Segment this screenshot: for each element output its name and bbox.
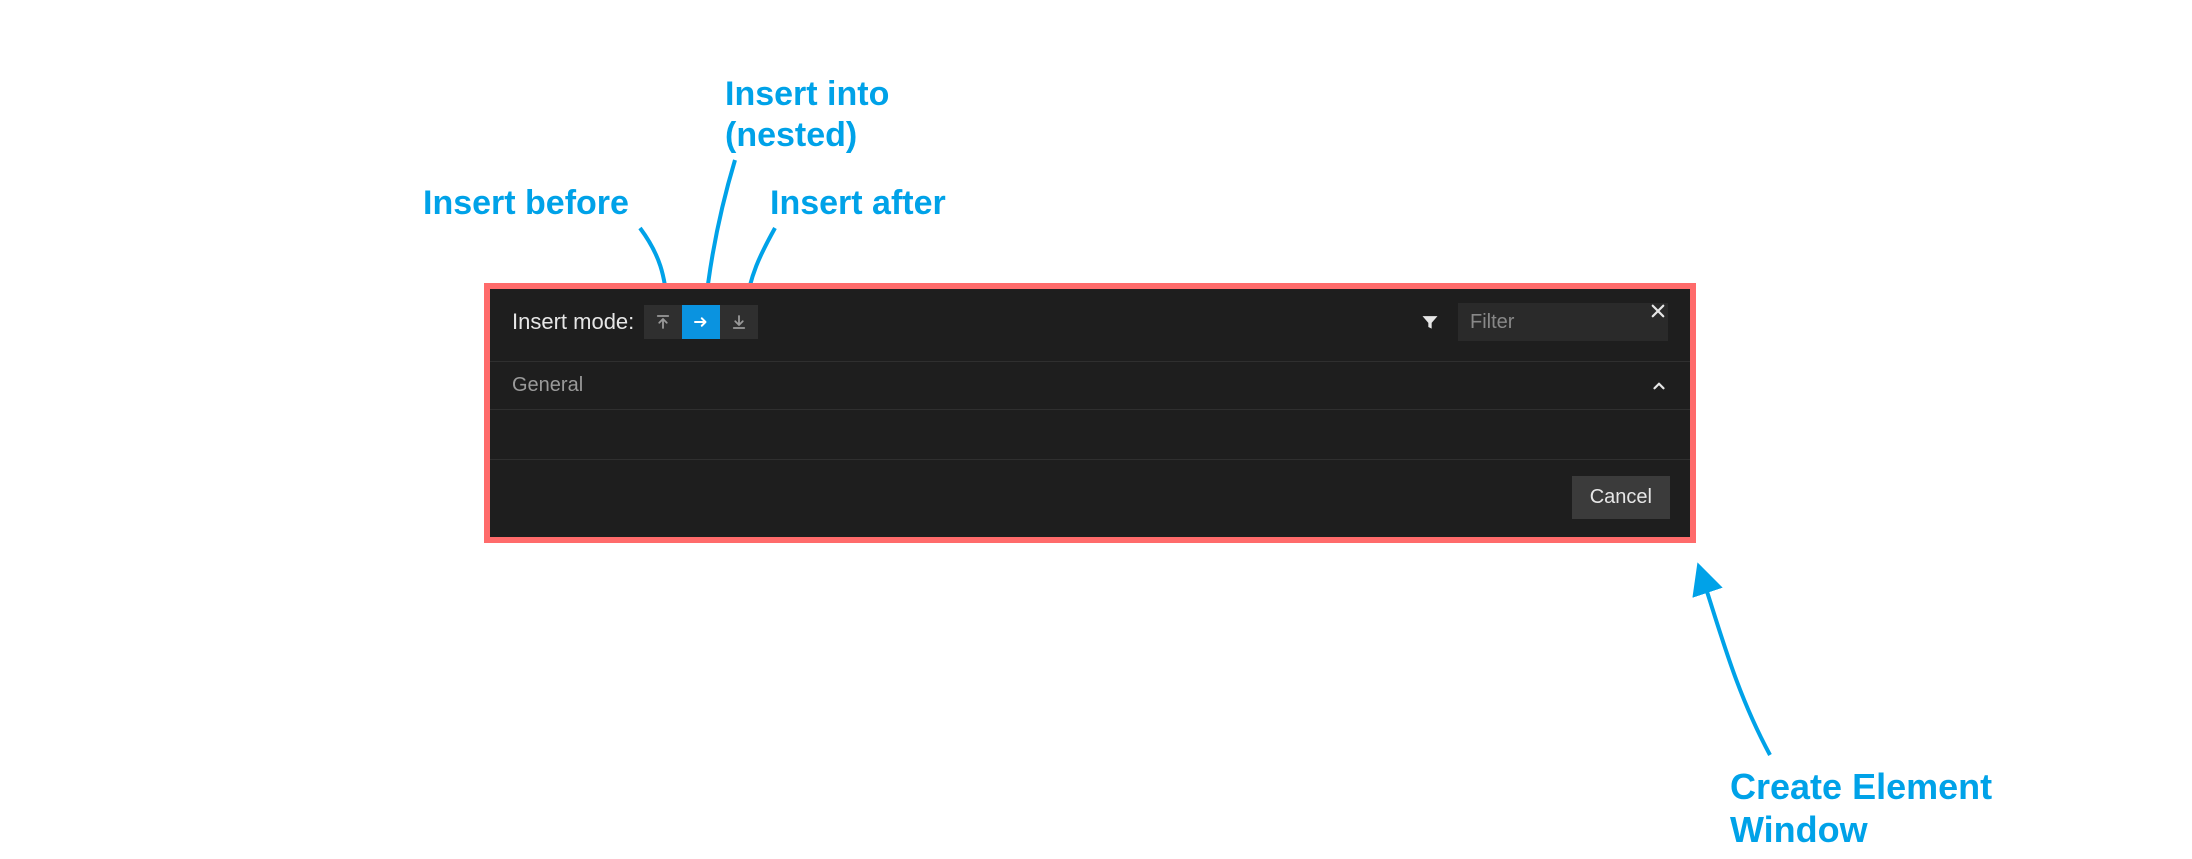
annotation-insert-into: Insert into(nested) [725,74,889,156]
window-footer: Cancel [490,460,1690,537]
chevron-up-icon [1650,377,1668,395]
window-header: Insert mode: [490,289,1690,361]
create-element-window: Insert mode: [484,283,1696,543]
insert-mode-label: Insert mode: [512,309,634,335]
annotation-insert-after: Insert after [770,183,946,224]
close-button[interactable] [1646,299,1670,323]
insert-after-icon [730,313,748,331]
cancel-button[interactable]: Cancel [1572,476,1670,519]
insert-before-button[interactable] [644,305,682,339]
insert-mode-buttons [644,305,758,339]
close-icon [1649,302,1667,320]
section-general-body [490,410,1690,460]
insert-into-button[interactable] [682,305,720,339]
section-general-label: General [512,374,583,397]
annotation-create-element-window: Create ElementWindow [1730,765,1992,851]
filter-icon [1416,312,1444,332]
insert-after-button[interactable] [720,305,758,339]
insert-before-icon [654,313,672,331]
filter-input[interactable] [1458,303,1668,341]
annotation-insert-before: Insert before [423,183,629,224]
section-general-header[interactable]: General [490,361,1690,410]
insert-into-icon [692,313,710,331]
